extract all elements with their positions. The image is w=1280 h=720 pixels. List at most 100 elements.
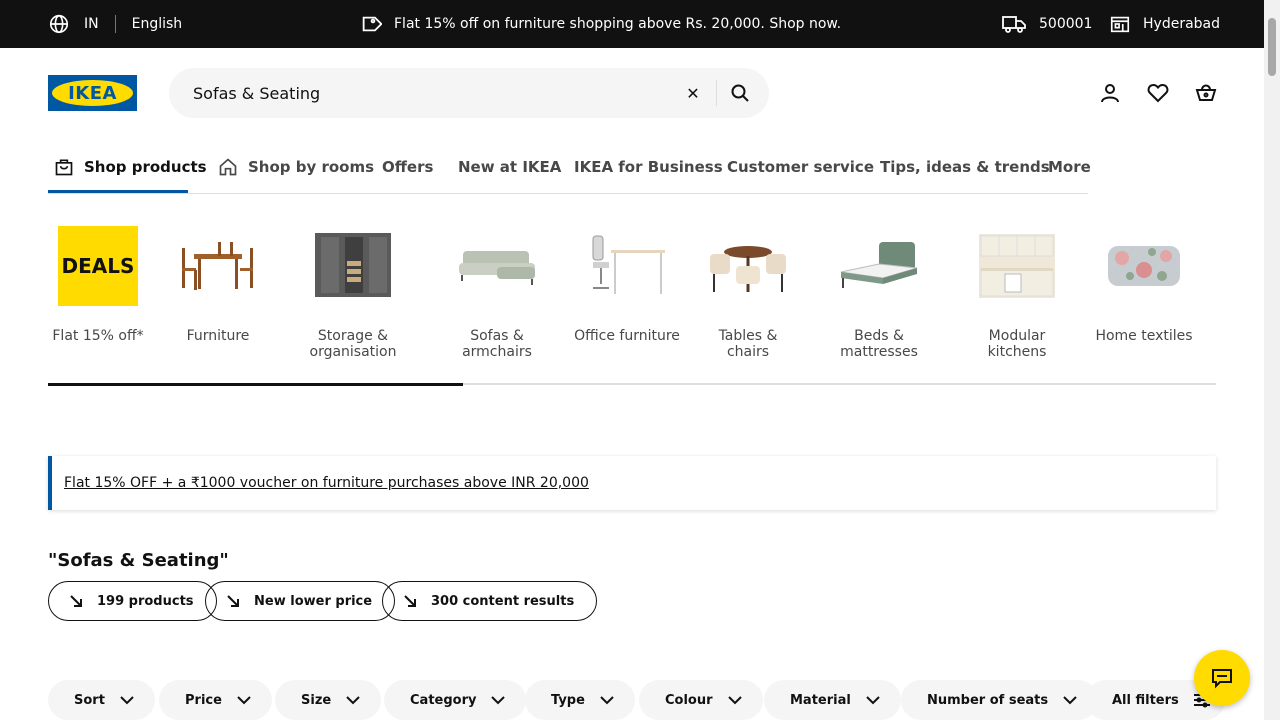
arrow-down-right-icon [404,595,416,607]
filter-number-of-seats[interactable]: Number of seats [901,680,1099,720]
round-table-image [710,246,786,292]
kitchen-image [979,234,1055,298]
category-sofas[interactable]: Sofas & armchairs [434,226,560,360]
tab-tips-ideas-trends[interactable]: Tips, ideas & trends [880,140,1050,193]
filter-label: Category [410,692,477,708]
heart-icon[interactable] [1146,81,1170,105]
chevron-down-icon [600,696,614,705]
tab-offers[interactable]: Offers [382,140,433,193]
tab-ikea-for-business[interactable]: IKEA for Business [574,140,723,193]
pincode-selector[interactable]: 500001 [1001,0,1092,48]
divider [114,15,116,33]
search-bar: ✕ [169,68,769,118]
category-furniture[interactable]: Furniture [172,226,264,344]
dining-set-image [182,242,253,290]
chevron-down-icon [1063,696,1077,705]
tab-label: Shop by rooms [248,157,375,176]
chip-label: New lower price [254,593,373,609]
filter-type[interactable]: Type [525,680,635,720]
sofa-image [459,251,535,285]
filter-label: Size [301,692,332,708]
carousel-progress-fill [48,382,463,386]
tab-customer-service[interactable]: Customer service [727,140,874,193]
category-tables[interactable]: Tables & chairs [698,226,798,360]
chevron-down-icon [346,696,360,705]
chat-icon [1212,669,1232,689]
filter-label: Sort [74,692,105,708]
home-icon [219,157,237,175]
category-beds[interactable]: Beds & mattresses [814,226,944,360]
carousel-progress[interactable] [48,382,1216,386]
tab-label: Customer service [727,157,874,176]
tab-label: Shop products [84,157,207,176]
new-lower-price-chip[interactable]: New lower price [205,581,396,621]
office-desk-image [592,235,665,294]
category-label: Office furniture [574,328,680,344]
search-icon[interactable] [728,81,752,105]
chevron-down-icon [866,696,880,705]
category-label: Flat 15% off* [52,328,144,344]
filter-price[interactable]: Price [159,680,272,720]
tab-label: New at IKEA [458,157,562,176]
category-textiles[interactable]: Home textiles [1094,226,1194,344]
tab-label: Tips, ideas & trends [880,157,1050,176]
bedding-image [1108,246,1180,286]
top-promo-text: Flat 15% off on furniture shopping above… [394,16,842,32]
filter-sort[interactable]: Sort [48,680,155,720]
ikea-logo[interactable]: IKEA [48,75,137,111]
shopping-bag-icon [55,159,73,175]
search-divider [716,80,717,106]
tag-icon [362,16,382,32]
chevron-down-icon [727,696,742,705]
category-label: Beds & mattresses [840,328,918,360]
arrow-down-right-icon [227,595,239,607]
category-carousel: DEALS Flat 15% off* Furniture Storage & … [48,226,1216,366]
tab-shop-products[interactable]: Shop products [54,140,207,193]
arrow-down-right-icon [70,595,82,607]
profile-icon[interactable] [1098,81,1122,105]
filter-label: Material [790,692,851,708]
content-results-chip[interactable]: 300 content results [382,581,598,621]
chat-button[interactable] [1194,650,1250,706]
bed-image [840,242,918,288]
filter-material[interactable]: Material [764,680,901,720]
chip-label: 199 products [97,593,194,609]
store-icon [1110,16,1130,33]
main-nav: Shop products Shop by rooms Offers New a… [48,140,1091,194]
products-count-chip[interactable]: 199 products [48,581,217,621]
filter-size[interactable]: Size [275,680,382,720]
promo-banner-link[interactable]: Flat 15% OFF + a ₹1000 voucher on furnit… [64,475,589,491]
filter-category[interactable]: Category [384,680,527,720]
chevron-down-icon [491,696,506,705]
store-selector[interactable]: Hyderabad [1109,0,1220,48]
chevron-down-icon [237,696,251,705]
chevron-down-icon [120,696,134,705]
top-promo-link[interactable]: Flat 15% off on furniture shopping above… [358,0,841,48]
category-office[interactable]: Office furniture [574,226,680,344]
tab-more[interactable]: More [1048,140,1091,193]
page-scrollbar[interactable] [1264,0,1280,720]
tab-new-at-ikea[interactable]: New at IKEA [458,140,561,193]
category-label: Modular kitchens [987,328,1047,360]
search-input[interactable] [169,83,659,103]
category-label: Sofas & armchairs [462,328,532,360]
language-label: English [131,16,183,32]
deals-badge: DEALS [58,226,138,306]
globe-icon [49,14,69,34]
category-deals[interactable]: DEALS Flat 15% off* [52,226,144,344]
category-label: Storage & organisation [309,328,397,360]
scrollbar-thumb[interactable] [1268,18,1276,76]
promo-banner: Flat 15% OFF + a ₹1000 voucher on furnit… [48,456,1216,510]
country-code: IN [84,16,99,32]
filter-colour[interactable]: Colour [639,680,763,720]
tab-shop-by-rooms[interactable]: Shop by rooms [218,140,374,193]
category-storage[interactable]: Storage & organisation [298,226,408,360]
clear-icon[interactable]: ✕ [681,81,705,105]
cart-icon[interactable] [1194,81,1218,105]
category-label: Furniture [186,328,250,344]
results-title: "Sofas & Seating" [48,550,229,571]
category-kitchens[interactable]: Modular kitchens [958,226,1076,360]
active-tab-indicator [48,190,188,193]
filter-label: All filters [1112,692,1179,708]
locale-selector[interactable]: IN English [48,0,182,48]
